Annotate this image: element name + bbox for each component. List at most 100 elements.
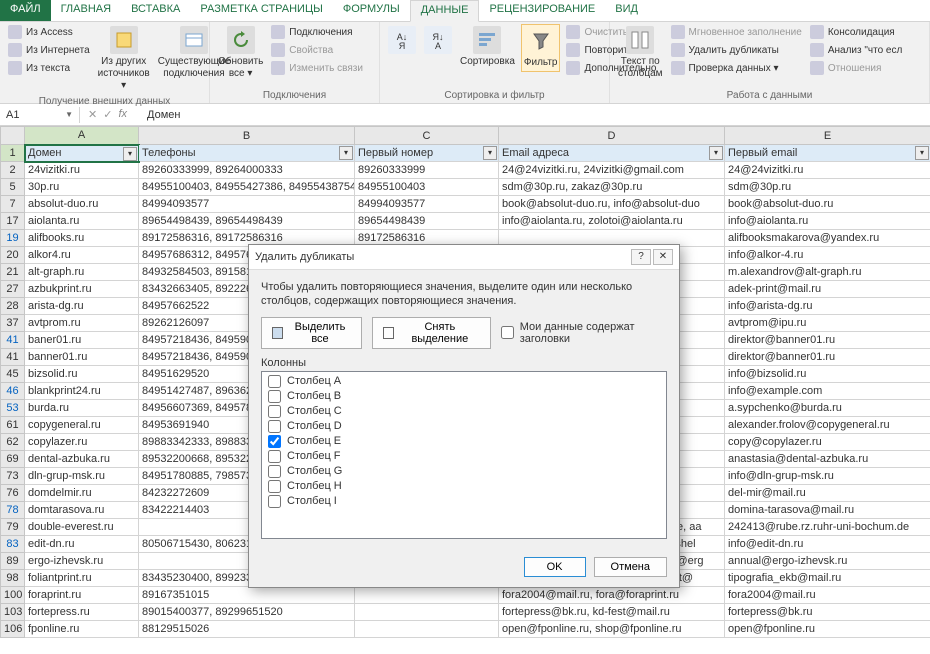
cell[interactable]: open@fponline.ru, shop@fponline.ru — [499, 621, 725, 638]
has-headers-checkbox[interactable]: Мои данные содержат заголовки — [501, 321, 667, 345]
sort-button[interactable]: Сортировка — [458, 24, 517, 70]
cell[interactable]: 89654498439 — [355, 213, 499, 230]
cell[interactable]: book@absolut-duo.ru — [725, 196, 930, 213]
cell[interactable]: adek-print@mail.ru — [725, 281, 930, 298]
sort-za-button[interactable]: Я↓А — [422, 24, 454, 58]
ribbon-item[interactable]: Из текста — [6, 60, 92, 76]
cell[interactable]: baner01.ru — [25, 332, 139, 349]
cell[interactable]: fora2004@mail.ru, fora@foraprint.ru — [499, 587, 725, 604]
cell[interactable]: 89260333999 — [355, 162, 499, 179]
row-header[interactable]: 46 — [1, 383, 25, 400]
cell[interactable]: info@alkor-4.ru — [725, 247, 930, 264]
cell[interactable]: 84994093577 — [139, 196, 355, 213]
cell[interactable]: 84955100403 — [355, 179, 499, 196]
row-header[interactable]: 2 — [1, 162, 25, 179]
cell[interactable]: domtarasova.ru — [25, 502, 139, 519]
cell[interactable]: m.alexandrov@alt-graph.ru — [725, 264, 930, 281]
row-header[interactable]: 27 — [1, 281, 25, 298]
column-checkbox-item[interactable]: Столбец E — [262, 434, 666, 449]
cell[interactable]: copy@copylazer.ru — [725, 434, 930, 451]
table-header-cell[interactable]: Домен▾ — [25, 145, 139, 162]
filter-dropdown-icon[interactable]: ▾ — [483, 146, 497, 160]
columns-list[interactable]: Столбец AСтолбец BСтолбец CСтолбец DСтол… — [261, 371, 667, 539]
col-header-C[interactable]: C — [355, 127, 499, 145]
cell[interactable]: info@arista-dg.ru — [725, 298, 930, 315]
cell[interactable]: burda.ru — [25, 400, 139, 417]
sort-az-button[interactable]: А↓Я — [386, 24, 418, 58]
ribbon-item[interactable]: Подключения — [269, 24, 365, 40]
column-checkbox-item[interactable]: Столбец B — [262, 389, 666, 404]
row-header[interactable]: 7 — [1, 196, 25, 213]
row-header[interactable]: 78 — [1, 502, 25, 519]
col-header-A[interactable]: A — [25, 127, 139, 145]
formula-input[interactable]: Домен — [139, 107, 930, 123]
text-to-columns-button[interactable]: Текст по столбцам — [616, 24, 665, 82]
col-header-D[interactable]: D — [499, 127, 725, 145]
row-header[interactable]: 100 — [1, 587, 25, 604]
cell[interactable]: a.sypchenko@burda.ru — [725, 400, 930, 417]
cell[interactable]: del-mir@mail.ru — [725, 485, 930, 502]
ribbon-tab-файл[interactable]: ФАЙЛ — [0, 0, 51, 21]
ribbon-tab-главная[interactable]: ГЛАВНАЯ — [51, 0, 121, 21]
row-header[interactable]: 37 — [1, 315, 25, 332]
cell[interactable]: foliantprint.ru — [25, 570, 139, 587]
column-checkbox-item[interactable]: Столбец C — [262, 404, 666, 419]
cell[interactable]: fortepress@bk.ru, kd-fest@mail.ru — [499, 604, 725, 621]
cell[interactable]: fortepress@bk.ru — [725, 604, 930, 621]
help-button[interactable]: ? — [631, 249, 651, 265]
cell[interactable]: bizsolid.ru — [25, 366, 139, 383]
cell[interactable] — [355, 587, 499, 604]
cell[interactable]: alkor4.ru — [25, 247, 139, 264]
cell[interactable]: 89015400377, 89299651520 — [139, 604, 355, 621]
ribbon-tab-вид[interactable]: ВИД — [605, 0, 648, 21]
cell[interactable]: 84955100403, 84955427386, 84955438754, — [139, 179, 355, 196]
ribbon-item[interactable]: Анализ "что есл — [808, 42, 905, 58]
table-header-cell[interactable]: Первый email▾ — [725, 145, 930, 162]
cell[interactable]: direktor@banner01.ru — [725, 349, 930, 366]
column-checkbox-item[interactable]: Столбец G — [262, 464, 666, 479]
table-header-cell[interactable]: Первый номер▾ — [355, 145, 499, 162]
row-header[interactable]: 62 — [1, 434, 25, 451]
cell[interactable]: alifbooks.ru — [25, 230, 139, 247]
column-checkbox-item[interactable]: Столбец I — [262, 494, 666, 509]
row-header[interactable]: 17 — [1, 213, 25, 230]
row-header[interactable]: 76 — [1, 485, 25, 502]
cell[interactable]: blankprint24.ru — [25, 383, 139, 400]
cell[interactable]: ergo-izhevsk.ru — [25, 553, 139, 570]
cell[interactable]: fortepress.ru — [25, 604, 139, 621]
name-box[interactable]: A1▼ — [0, 107, 80, 123]
row-header[interactable]: 83 — [1, 536, 25, 553]
row-header[interactable]: 1 — [1, 145, 25, 162]
ribbon-item[interactable]: Из Access — [6, 24, 92, 40]
cell[interactable]: 24@24vizitki.ru — [725, 162, 930, 179]
cell[interactable]: banner01.ru — [25, 349, 139, 366]
cell[interactable]: foraprint.ru — [25, 587, 139, 604]
cell[interactable]: 89260333999, 89264000333 — [139, 162, 355, 179]
cell[interactable]: alifbooksmakarova@yandex.ru — [725, 230, 930, 247]
row-header[interactable]: 89 — [1, 553, 25, 570]
cell[interactable]: open@fponline.ru — [725, 621, 930, 638]
cell[interactable]: domdelmir.ru — [25, 485, 139, 502]
row-header[interactable]: 28 — [1, 298, 25, 315]
cell[interactable]: dental-azbuka.ru — [25, 451, 139, 468]
cell[interactable]: fponline.ru — [25, 621, 139, 638]
filter-button[interactable]: Фильтр — [521, 24, 561, 72]
cell[interactable]: arista-dg.ru — [25, 298, 139, 315]
cell[interactable]: double-everest.ru — [25, 519, 139, 536]
ribbon-tab-формулы[interactable]: ФОРМУЛЫ — [333, 0, 410, 21]
select-all-button[interactable]: Выделить все — [261, 317, 362, 349]
ribbon-tab-разметка страницы[interactable]: РАЗМЕТКА СТРАНИЦЫ — [190, 0, 332, 21]
close-button[interactable]: ✕ — [653, 249, 673, 265]
cell[interactable]: copygeneral.ru — [25, 417, 139, 434]
ribbon-item[interactable]: Проверка данных ▾ — [669, 60, 804, 76]
cell[interactable] — [355, 604, 499, 621]
row-header[interactable]: 69 — [1, 451, 25, 468]
cell[interactable]: copylazer.ru — [25, 434, 139, 451]
column-checkbox-item[interactable]: Столбец D — [262, 419, 666, 434]
cell[interactable]: 88129515026 — [139, 621, 355, 638]
cell[interactable]: alt-graph.ru — [25, 264, 139, 281]
column-checkbox-item[interactable]: Столбец F — [262, 449, 666, 464]
ribbon-item[interactable]: Удалить дубликаты — [669, 42, 804, 58]
cell[interactable]: fora2004@mail.ru — [725, 587, 930, 604]
filter-dropdown-icon[interactable]: ▾ — [709, 146, 723, 160]
